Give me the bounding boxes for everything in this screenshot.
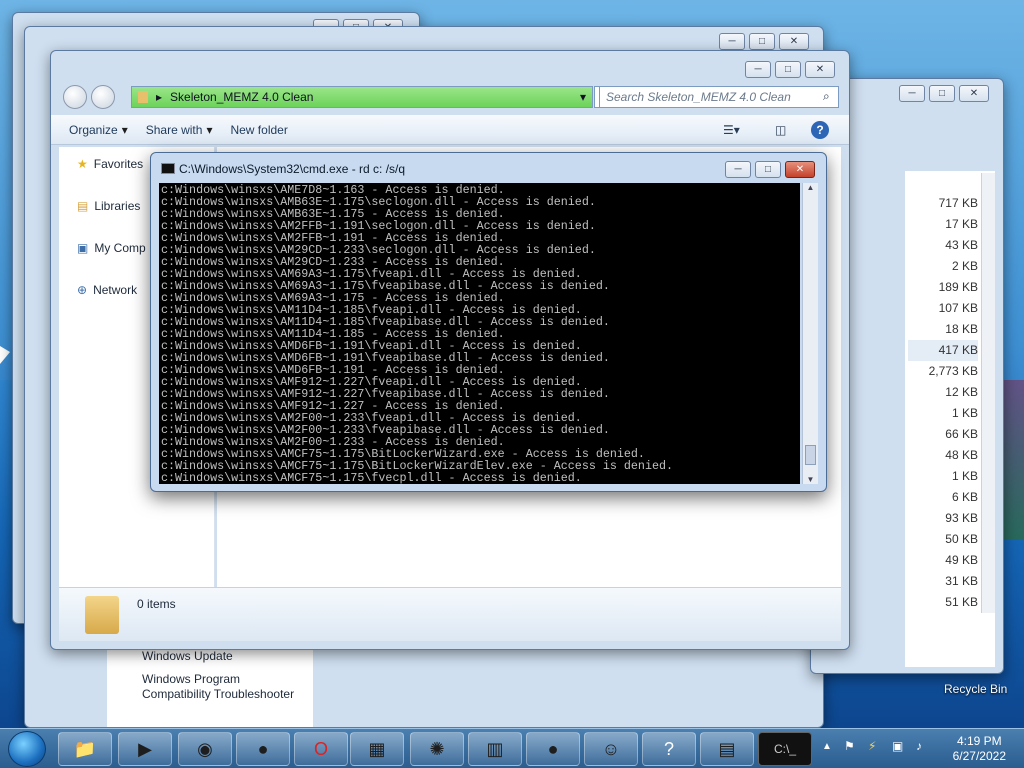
minimize-button[interactable]: ─ xyxy=(719,33,745,50)
file-size: 189 KB xyxy=(938,280,978,294)
file-size: 12 KB xyxy=(945,385,978,399)
nav-favorites[interactable]: ★ Favorites xyxy=(77,157,143,171)
file-size: 43 KB xyxy=(945,238,978,252)
close-button[interactable]: ✕ xyxy=(959,85,989,102)
share-with-button[interactable]: Share with xyxy=(146,123,203,137)
preview-pane-icon[interactable]: ◫ xyxy=(775,123,786,137)
start-button[interactable] xyxy=(8,731,46,767)
address-dropdown-icon[interactable]: ▾ xyxy=(580,90,586,104)
help-icon[interactable]: ? xyxy=(811,120,829,139)
close-button[interactable]: ✕ xyxy=(805,61,835,78)
task-windows-update[interactable]: Windows Update xyxy=(142,649,233,663)
star-icon: ★ xyxy=(77,157,88,171)
file-size: 17 KB xyxy=(945,217,978,231)
cmd-window[interactable]: C:\Windows\System32\cmd.exe - rd c: /s/q… xyxy=(150,152,827,492)
firefox-taskbar-icon-2[interactable]: ● xyxy=(526,732,580,766)
help-taskbar-icon[interactable]: ? xyxy=(642,732,696,766)
task-compat-troubleshooter[interactable]: Compatibility Troubleshooter xyxy=(142,687,294,701)
power-icon[interactable]: ⚡ xyxy=(868,739,876,753)
firefox-taskbar-icon[interactable]: ● xyxy=(236,732,290,766)
cmd-icon xyxy=(161,163,175,174)
file-size: 93 KB xyxy=(945,511,978,525)
minimize-button[interactable]: ─ xyxy=(899,85,925,102)
file-size-column: 717 KB 17 KB 43 KB 2 KB 189 KB 107 KB 18… xyxy=(908,193,978,613)
mouse-cursor-icon xyxy=(0,346,10,364)
view-options-icon[interactable]: ☰▾ xyxy=(723,123,740,137)
nav-network[interactable]: ⊕ Network xyxy=(77,283,137,297)
forward-button[interactable] xyxy=(91,85,115,109)
media-player-taskbar-icon[interactable]: ▶ xyxy=(118,732,172,766)
taskbar: 📁 ▶ ◉ ● O ▦ ✺ ▥ ● ☺ ? ▤ C:\_ ▲ ⚑ ⚡ ▣ ♪ 4… xyxy=(0,728,1024,768)
right-scrollbar[interactable] xyxy=(981,173,995,613)
cmd-scrollbar[interactable]: ▲ ▼ xyxy=(802,183,818,484)
explorer-taskbar-icon[interactable]: 📁 xyxy=(58,732,112,766)
file-size: 50 KB xyxy=(945,532,978,546)
minimize-button[interactable]: ─ xyxy=(745,61,771,78)
close-button[interactable]: ✕ xyxy=(785,161,815,178)
tray-arrow-icon[interactable]: ▲ xyxy=(822,741,832,752)
nerd-face-taskbar-icon[interactable]: ☺ xyxy=(584,732,638,766)
control-panel-taskbar-icon[interactable]: ▦ xyxy=(350,732,404,766)
breadcrumb-chevron-icon: ▸ xyxy=(156,90,163,104)
search-icon[interactable]: ⌕ xyxy=(823,89,830,104)
file-size: 417 KB xyxy=(908,340,978,361)
clock-time: 4:19 PM xyxy=(956,734,1002,748)
file-size: 107 KB xyxy=(938,301,978,315)
file-size: 51 KB xyxy=(945,595,978,609)
maximize-button[interactable]: □ xyxy=(929,85,955,102)
file-size: 2 KB xyxy=(951,259,978,273)
file-size: 48 KB xyxy=(945,448,978,462)
maximize-button[interactable]: □ xyxy=(775,61,801,78)
scroll-up-icon[interactable]: ▲ xyxy=(803,183,818,192)
computer-icon: ▣ xyxy=(77,241,89,255)
search-input[interactable]: Search Skeleton_MEMZ 4.0 Clean xyxy=(599,86,839,108)
file-size: 2,773 KB xyxy=(928,364,978,378)
item-count: 0 items xyxy=(137,597,176,611)
chrome-taskbar-icon[interactable]: ◉ xyxy=(178,732,232,766)
cmd-taskbar-icon[interactable]: C:\_ xyxy=(758,732,812,766)
task-windows-program[interactable]: Windows Program xyxy=(142,672,240,686)
file-size: 18 KB xyxy=(945,322,978,336)
new-folder-button[interactable]: New folder xyxy=(230,123,287,137)
file-size: 1 KB xyxy=(951,469,978,483)
address-bar[interactable]: ▸ Skeleton_MEMZ 4.0 Clean ▾ ✕ xyxy=(131,86,616,108)
network-tray-icon[interactable]: ▣ xyxy=(892,739,903,753)
back-button[interactable] xyxy=(63,85,87,109)
winrar-taskbar-icon[interactable]: ▤ xyxy=(700,732,754,766)
organize-button[interactable]: Organize xyxy=(69,123,118,137)
details-pane: 0 items xyxy=(59,587,841,641)
scroll-thumb[interactable] xyxy=(805,445,816,465)
address-text: Skeleton_MEMZ 4.0 Clean xyxy=(170,90,314,104)
file-size: 6 KB xyxy=(951,490,978,504)
folder-icon xyxy=(85,596,119,634)
minimize-button[interactable]: ─ xyxy=(725,161,751,178)
folder-icon xyxy=(138,91,148,103)
libraries-icon: ▤ xyxy=(77,199,89,213)
scroll-down-icon[interactable]: ▼ xyxy=(803,475,818,484)
close-button[interactable]: ✕ xyxy=(779,33,809,50)
task-manager-taskbar-icon[interactable]: ▥ xyxy=(468,732,522,766)
cmd-output[interactable]: c:Windows\winsxs\AME7D8~1.163 - Access i… xyxy=(159,183,800,484)
nav-libraries[interactable]: ▤ Libraries xyxy=(77,199,140,213)
file-size: 1 KB xyxy=(951,406,978,420)
maximize-button[interactable]: □ xyxy=(755,161,781,178)
picasa-taskbar-icon[interactable]: ✺ xyxy=(410,732,464,766)
file-size: 31 KB xyxy=(945,574,978,588)
nav-my-computer[interactable]: ▣ My Comp xyxy=(77,241,146,255)
file-size: 66 KB xyxy=(945,427,978,441)
flag-icon[interactable]: ⚑ xyxy=(844,739,855,753)
network-icon: ⊕ xyxy=(77,283,88,297)
cmd-output-text: c:Windows\winsxs\AME7D8~1.163 - Access i… xyxy=(161,183,673,484)
recycle-bin-label[interactable]: Recycle Bin xyxy=(944,682,1007,696)
cmd-title: C:\Windows\System32\cmd.exe - rd c: /s/q xyxy=(179,162,406,176)
opera-taskbar-icon[interactable]: O xyxy=(294,732,348,766)
file-size: 49 KB xyxy=(945,553,978,567)
clock[interactable]: 4:19 PM 6/27/2022 xyxy=(953,734,1006,764)
maximize-button[interactable]: □ xyxy=(749,33,775,50)
file-size: 717 KB xyxy=(938,196,978,210)
clock-date: 6/27/2022 xyxy=(952,749,1006,763)
volume-icon[interactable]: ♪ xyxy=(916,739,922,753)
